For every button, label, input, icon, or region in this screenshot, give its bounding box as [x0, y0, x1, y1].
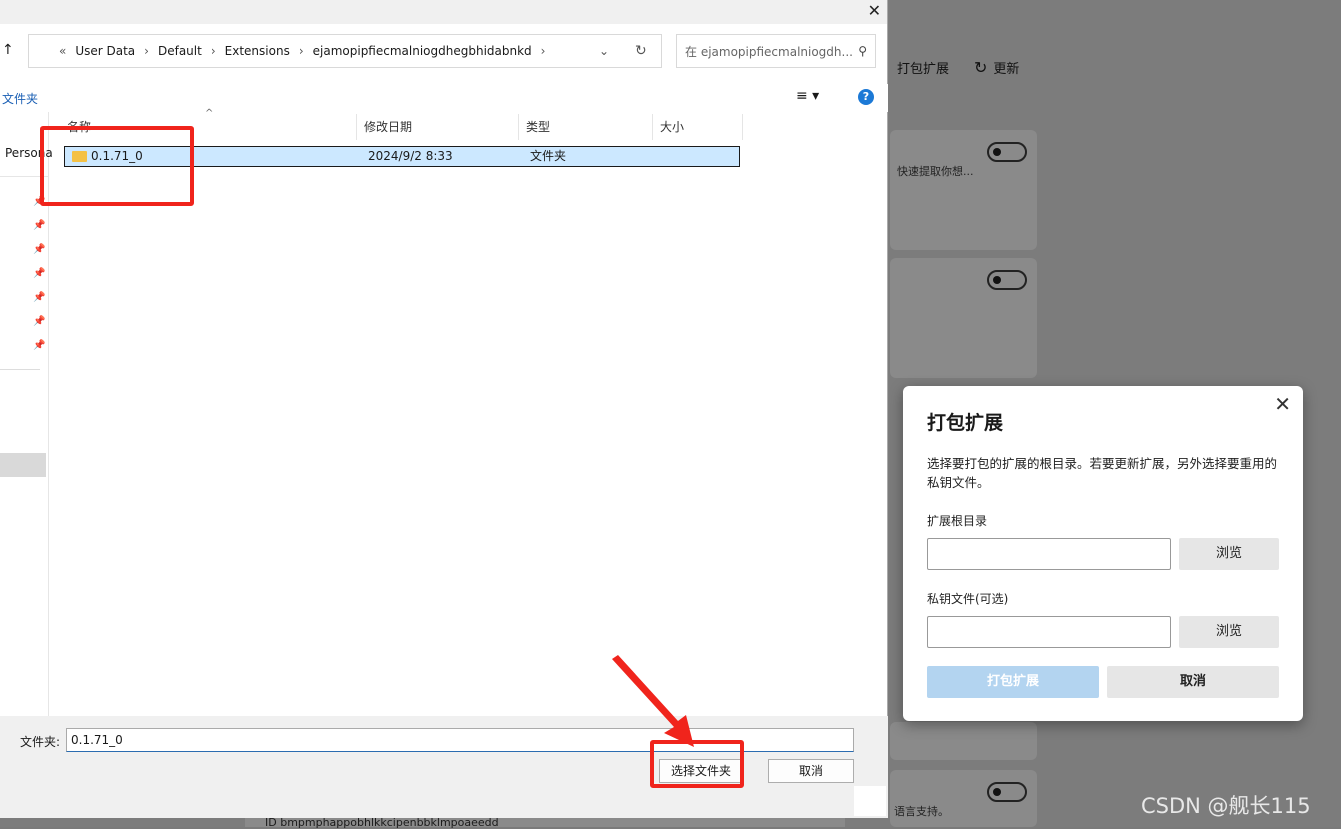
chevron-right-icon: › [298, 44, 304, 58]
sidebar-selected-item[interactable] [0, 453, 46, 477]
root-directory-label: 扩展根目录 [927, 514, 988, 528]
dialog-description: 选择要打包的扩展的根目录。若要更新扩展，另外选择要重用的私钥文件。 [927, 456, 1278, 490]
pin-icon: 📌 [33, 292, 46, 303]
row-type: 文件夹 [530, 149, 567, 163]
pin-icon: 📌 [33, 220, 46, 231]
select-folder-dialog: ✕ ↑ « User Data › Default › Extensions › ej… [0, 0, 888, 818]
row-size [657, 147, 737, 166]
row-date: 2024/9/2 8:33 [368, 149, 453, 163]
root-directory-input[interactable] [927, 538, 1171, 570]
pack-extension-label: 打包扩展 [897, 62, 950, 77]
extension-card: 快速提取你想... [890, 130, 1037, 250]
dialog-titlebar: ✕ [0, 0, 887, 24]
browse-key-button[interactable]: 浏览 [1179, 616, 1279, 648]
pin-icon: 📌 [33, 316, 46, 327]
cancel-button[interactable]: 取消 [768, 759, 854, 783]
pack-extension-toolbar-button[interactable]: 打包扩展 [897, 58, 949, 77]
breadcrumb-extensions[interactable]: Extensions [225, 44, 290, 58]
close-icon[interactable]: ✕ [1274, 392, 1291, 416]
extension-card [890, 722, 1037, 760]
watermark: CSDN @舰长115 [1141, 794, 1311, 818]
new-folder-button[interactable]: 文件夹 [2, 90, 38, 107]
refresh-icon: ↻ [974, 58, 988, 77]
column-date[interactable]: 修改日期 [357, 114, 519, 140]
extension-toggle[interactable] [987, 782, 1027, 802]
search-icon[interactable]: ⚲ [858, 44, 867, 58]
red-arrow-annotation [612, 655, 694, 747]
extension-description: 语言支持。 [894, 805, 949, 818]
breadcrumb-extension-id[interactable]: ejamopipfiecmalniogdhegbhidabnkd [313, 44, 532, 58]
up-arrow-icon[interactable]: ↑ [2, 42, 14, 58]
chevron-right-icon: › [144, 44, 149, 58]
update-label: 更新 [993, 62, 1020, 77]
breadcrumb-default[interactable]: Default [158, 44, 202, 58]
extension-toggle[interactable] [987, 142, 1027, 162]
search-placeholder: 在 ejamopipfiecmalniogdh... [685, 44, 853, 59]
dialog-title: 打包扩展 [927, 412, 1004, 434]
pin-icon: 📌 [33, 244, 46, 255]
pack-extension-button[interactable]: 打包扩展 [927, 666, 1099, 698]
folder-label: 文件夹: [20, 735, 61, 749]
chevron-right-icon: › [210, 44, 216, 58]
private-key-label: 私钥文件(可选) [927, 592, 1009, 606]
highlight-box [40, 126, 194, 206]
help-icon[interactable]: ? [858, 89, 874, 105]
pack-extension-dialog: 打包扩展 ✕ 选择要打包的扩展的根目录。若要更新扩展，另外选择要重用的私钥文件。… [903, 386, 1303, 721]
cancel-button[interactable]: 取消 [1107, 666, 1279, 698]
extension-description: 快速提取你想... [897, 165, 974, 178]
command-bar: 文件夹 ≡ ▾ ? [0, 84, 888, 112]
extension-card [890, 258, 1037, 378]
private-key-input[interactable] [927, 616, 1171, 648]
column-size[interactable]: 大小 [653, 114, 743, 140]
search-input[interactable]: 在 ejamopipfiecmalniogdh... ⚲ [676, 34, 876, 68]
update-toolbar-button[interactable]: ↻ 更新 [974, 58, 1019, 77]
extension-card: 语言支持。 [890, 770, 1037, 827]
chevron-down-icon[interactable]: ⌄ [599, 44, 609, 58]
refresh-icon[interactable]: ↻ [635, 43, 647, 59]
chevron-right-icon: › [540, 44, 546, 58]
sort-up-icon: ^ [205, 108, 214, 119]
view-menu-icon[interactable]: ≡ ▾ [796, 88, 819, 104]
browse-root-button[interactable]: 浏览 [1179, 538, 1279, 570]
extension-toggle[interactable] [987, 270, 1027, 290]
pin-icon: 📌 [33, 340, 46, 351]
breadcrumb-user-data[interactable]: User Data [75, 44, 135, 58]
pin-icon: 📌 [33, 268, 46, 279]
close-icon[interactable]: ✕ [868, 1, 881, 20]
column-type[interactable]: 类型 [519, 114, 653, 140]
overflow-chevron-icon[interactable]: « [59, 44, 66, 58]
address-bar[interactable]: « User Data › Default › Extensions › ejamop… [28, 34, 662, 68]
